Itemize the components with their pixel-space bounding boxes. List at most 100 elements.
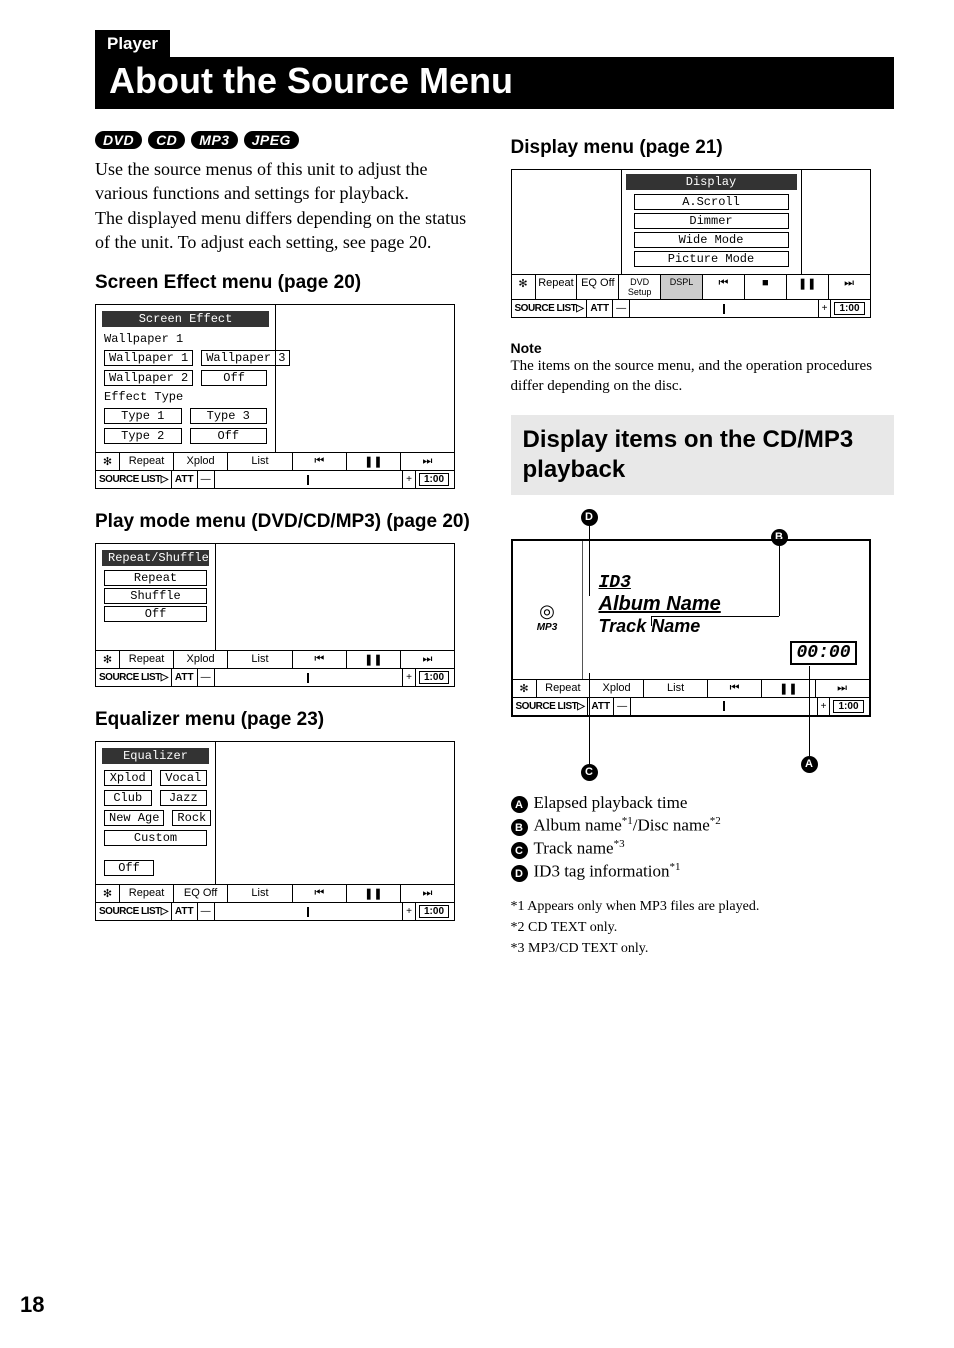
xplod-button[interactable]: Xplod: [174, 651, 228, 668]
opt[interactable]: Rock: [172, 810, 211, 826]
pause-button[interactable]: ❚❚: [347, 651, 401, 668]
intro-text: Use the source menus of this unit to adj…: [95, 157, 479, 254]
prev-button[interactable]: ⏮: [708, 680, 762, 697]
vol-plus-button[interactable]: +: [818, 698, 831, 715]
vol-minus-button[interactable]: —: [198, 471, 215, 488]
vol-plus-button[interactable]: +: [403, 669, 416, 686]
volume-bar[interactable]: [215, 903, 404, 920]
list-button[interactable]: List: [228, 453, 293, 470]
xplod-button[interactable]: Xplod: [174, 453, 228, 470]
note-text: The items on the source menu, and the op…: [511, 356, 895, 397]
gear-icon[interactable]: ✻: [512, 275, 536, 299]
opt[interactable]: Wallpaper 2: [104, 370, 193, 386]
prev-button[interactable]: ⏮: [293, 453, 347, 470]
dspl-button[interactable]: DSPL: [661, 275, 703, 299]
opt[interactable]: Picture Mode: [634, 251, 789, 267]
pause-button[interactable]: ❚❚: [787, 275, 829, 299]
list-button[interactable]: List: [228, 885, 293, 902]
gear-icon[interactable]: ✻: [96, 651, 120, 668]
volume-bar[interactable]: [631, 698, 818, 715]
opt[interactable]: New Age: [104, 810, 164, 826]
opt[interactable]: Type 1: [104, 408, 182, 424]
mp3-label: MP3: [513, 622, 582, 633]
time-display: 1:00: [831, 300, 869, 317]
time-display: 1:00: [830, 698, 868, 715]
next-button[interactable]: ⏭: [401, 651, 454, 668]
opt[interactable]: Wallpaper 1: [104, 350, 193, 366]
legend-b-text: Album name*1/Disc name*2: [534, 815, 721, 836]
source-list-button[interactable]: SOURCE LIST▷: [96, 471, 172, 488]
vol-plus-button[interactable]: +: [403, 471, 416, 488]
pause-button[interactable]: ❚❚: [347, 885, 401, 902]
opt[interactable]: Off: [201, 370, 267, 386]
page-number: 18: [20, 1292, 44, 1318]
next-button[interactable]: ⏭: [401, 885, 454, 902]
repeat-button[interactable]: Repeat: [537, 680, 591, 697]
att-button[interactable]: ATT: [172, 669, 198, 686]
pill-dvd: DVD: [95, 131, 142, 149]
opt[interactable]: Type 2: [104, 428, 182, 444]
repeat-button[interactable]: Repeat: [120, 453, 174, 470]
opt[interactable]: Jazz: [160, 790, 208, 806]
prev-button[interactable]: ⏮: [293, 885, 347, 902]
stop-button[interactable]: ■: [745, 275, 787, 299]
opt[interactable]: Xplod: [104, 770, 152, 786]
eqoff-button[interactable]: EQ Off: [174, 885, 228, 902]
menu-title: Equalizer: [102, 748, 209, 764]
next-button[interactable]: ⏭: [829, 275, 870, 299]
att-button[interactable]: ATT: [588, 698, 614, 715]
pause-button[interactable]: ❚❚: [347, 453, 401, 470]
opt[interactable]: Custom: [104, 830, 207, 846]
opt[interactable]: Wide Mode: [634, 232, 789, 248]
callout-a-icon: A: [801, 756, 818, 773]
play-mode-heading: Play mode menu (DVD/CD/MP3) (page 20): [95, 511, 479, 533]
opt[interactable]: Repeat: [104, 570, 207, 586]
legend-a-text: Elapsed playback time: [534, 793, 688, 813]
source-list-button[interactable]: SOURCE LIST▷: [96, 903, 172, 920]
vol-plus-button[interactable]: +: [819, 300, 832, 317]
dvd-setup-button[interactable]: DVD Setup: [619, 275, 661, 299]
volume-bar[interactable]: [215, 471, 404, 488]
next-button[interactable]: ⏭: [816, 680, 869, 697]
eqoff-button[interactable]: EQ Off: [577, 275, 619, 299]
repeat-button[interactable]: Repeat: [120, 885, 174, 902]
vol-minus-button[interactable]: —: [613, 300, 630, 317]
volume-bar[interactable]: [215, 669, 404, 686]
prev-button[interactable]: ⏮: [703, 275, 745, 299]
vol-minus-button[interactable]: —: [614, 698, 631, 715]
list-button[interactable]: List: [644, 680, 708, 697]
vol-plus-button[interactable]: +: [403, 903, 416, 920]
opt[interactable]: Off: [190, 428, 268, 444]
list-button[interactable]: List: [228, 651, 293, 668]
opt[interactable]: Club: [104, 790, 152, 806]
opt[interactable]: Off: [104, 606, 207, 622]
prev-button[interactable]: ⏮: [293, 651, 347, 668]
repeat-button[interactable]: Repeat: [536, 275, 578, 299]
opt[interactable]: Vocal: [160, 770, 208, 786]
vol-minus-button[interactable]: —: [198, 903, 215, 920]
opt[interactable]: Off: [104, 860, 154, 876]
opt[interactable]: Type 3: [190, 408, 268, 424]
xplod-button[interactable]: Xplod: [590, 680, 644, 697]
vol-minus-button[interactable]: —: [198, 669, 215, 686]
next-button[interactable]: ⏭: [401, 453, 454, 470]
repeat-button[interactable]: Repeat: [120, 651, 174, 668]
att-button[interactable]: ATT: [172, 471, 198, 488]
legend-d-icon: D: [511, 865, 528, 882]
opt[interactable]: Shuffle: [104, 588, 207, 604]
source-list-button[interactable]: SOURCE LIST▷: [512, 300, 588, 317]
opt[interactable]: Dimmer: [634, 213, 789, 229]
elapsed-time: 00:00: [790, 641, 856, 665]
gear-icon[interactable]: ✻: [513, 680, 537, 697]
opt[interactable]: A.Scroll: [634, 194, 789, 210]
att-button[interactable]: ATT: [172, 903, 198, 920]
source-list-button[interactable]: SOURCE LIST▷: [513, 698, 589, 715]
legend-b-icon: B: [511, 819, 528, 836]
gear-icon[interactable]: ✻: [96, 885, 120, 902]
source-list-button[interactable]: SOURCE LIST▷: [96, 669, 172, 686]
menu-title: Repeat/Shuffle: [102, 550, 209, 566]
volume-bar[interactable]: [630, 300, 819, 317]
footnote-1: *1 Appears only when MP3 files are playe…: [511, 896, 895, 917]
gear-icon[interactable]: ✻: [96, 453, 120, 470]
att-button[interactable]: ATT: [587, 300, 613, 317]
